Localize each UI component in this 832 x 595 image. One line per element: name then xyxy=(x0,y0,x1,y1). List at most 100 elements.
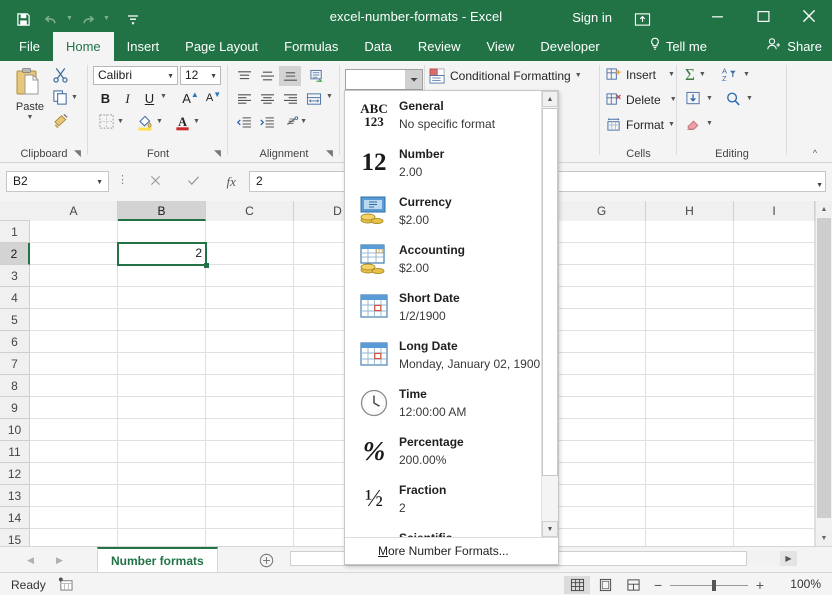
sort-filter-button[interactable]: AZ ▼ xyxy=(721,66,750,83)
cell-b5[interactable] xyxy=(118,309,206,331)
align-bottom-button[interactable] xyxy=(279,66,301,86)
row-header-13[interactable]: 13 xyxy=(0,485,30,507)
row-header-2[interactable]: 2 xyxy=(0,243,30,265)
dropdown-scrollbar[interactable]: ▲ ▼ xyxy=(541,91,558,537)
number-format-item-currency[interactable]: Currency$2.00 xyxy=(345,187,542,235)
number-format-item-short-date[interactable]: Short Date1/2/1900 xyxy=(345,283,542,331)
cell-b8[interactable] xyxy=(118,375,206,397)
maximize-icon[interactable] xyxy=(740,0,786,32)
scroll-right-icon[interactable]: ▶ xyxy=(780,551,797,566)
find-select-caret-icon[interactable]: ▼ xyxy=(746,95,753,103)
cell-c10[interactable] xyxy=(206,419,294,441)
cell-g14[interactable] xyxy=(558,507,646,529)
number-format-item-accounting[interactable]: 123Accounting $2.00 xyxy=(345,235,542,283)
page-layout-view-button[interactable] xyxy=(592,576,618,594)
bold-button[interactable]: B xyxy=(96,89,115,108)
cell-a6[interactable] xyxy=(30,331,118,353)
merge-cells-button[interactable] xyxy=(303,89,325,109)
autosum-caret-icon[interactable]: ▼ xyxy=(699,71,706,79)
column-header-a[interactable]: A xyxy=(30,201,118,221)
cell-i3[interactable] xyxy=(734,265,815,287)
cell-i11[interactable] xyxy=(734,441,815,463)
cell-i5[interactable] xyxy=(734,309,815,331)
vertical-scrollbar[interactable]: ▲ ▼ xyxy=(815,201,832,546)
cell-c11[interactable] xyxy=(206,441,294,463)
cell-a2[interactable] xyxy=(30,243,118,265)
cell-b12[interactable] xyxy=(118,463,206,485)
increase-indent-button[interactable] xyxy=(256,112,278,132)
number-format-combo[interactable] xyxy=(345,69,423,90)
italic-button[interactable]: I xyxy=(118,89,137,108)
cell-b1[interactable] xyxy=(118,221,206,243)
vertical-scroll-thumb[interactable] xyxy=(817,218,831,518)
alignment-dialog-launcher[interactable]: ◥ xyxy=(324,148,335,159)
cell-h6[interactable] xyxy=(646,331,734,353)
cell-h10[interactable] xyxy=(646,419,734,441)
cell-b9[interactable] xyxy=(118,397,206,419)
cell-h9[interactable] xyxy=(646,397,734,419)
cell-g7[interactable] xyxy=(558,353,646,375)
borders-caret-icon[interactable]: ▼ xyxy=(117,118,124,126)
close-icon[interactable] xyxy=(786,0,832,32)
cell-c14[interactable] xyxy=(206,507,294,529)
cell-i9[interactable] xyxy=(734,397,815,419)
cell-i4[interactable] xyxy=(734,287,815,309)
fill-button[interactable]: ▼ xyxy=(685,91,713,107)
cell-i6[interactable] xyxy=(734,331,815,353)
cell-g6[interactable] xyxy=(558,331,646,353)
row-header-15[interactable]: 15 xyxy=(0,529,30,546)
cell-h7[interactable] xyxy=(646,353,734,375)
cell-h11[interactable] xyxy=(646,441,734,463)
font-dialog-launcher[interactable]: ◥ xyxy=(212,148,223,159)
cell-g4[interactable] xyxy=(558,287,646,309)
cell-g5[interactable] xyxy=(558,309,646,331)
cell-a11[interactable] xyxy=(30,441,118,463)
cell-c5[interactable] xyxy=(206,309,294,331)
number-format-item-number[interactable]: 12Number2.00 xyxy=(345,139,542,187)
scroll-down-icon[interactable]: ▼ xyxy=(816,530,832,546)
cell-a5[interactable] xyxy=(30,309,118,331)
zoom-in-button[interactable]: + xyxy=(756,578,764,592)
cell-i1[interactable] xyxy=(734,221,815,243)
expand-formula-bar-icon[interactable]: ▼ xyxy=(816,176,823,195)
cell-a7[interactable] xyxy=(30,353,118,375)
row-header-10[interactable]: 10 xyxy=(0,419,30,441)
cell-h2[interactable] xyxy=(646,243,734,265)
cell-b4[interactable] xyxy=(118,287,206,309)
clear-button[interactable]: ▼ xyxy=(685,116,713,132)
cell-c7[interactable] xyxy=(206,353,294,375)
cell-g8[interactable] xyxy=(558,375,646,397)
cell-b10[interactable] xyxy=(118,419,206,441)
normal-view-button[interactable] xyxy=(564,576,590,594)
cell-h13[interactable] xyxy=(646,485,734,507)
tell-me-box[interactable]: Tell me xyxy=(649,32,707,61)
cell-c2[interactable] xyxy=(206,243,294,265)
cell-g2[interactable] xyxy=(558,243,646,265)
column-header-g[interactable]: G xyxy=(558,201,646,221)
wrap-text-button[interactable]: ▼ xyxy=(285,112,307,132)
cell-b3[interactable] xyxy=(118,265,206,287)
align-left-button[interactable] xyxy=(233,89,255,109)
tab-page-layout[interactable]: Page Layout xyxy=(172,32,271,61)
cell-h1[interactable] xyxy=(646,221,734,243)
number-format-caret-icon[interactable] xyxy=(405,70,422,89)
format-cells-button[interactable]: Format ▼ xyxy=(606,117,675,132)
column-header-b[interactable]: B xyxy=(118,201,206,221)
paste-button[interactable]: Paste ▼ xyxy=(8,64,52,136)
cell-b7[interactable] xyxy=(118,353,206,375)
cancel-icon[interactable] xyxy=(150,174,161,189)
cell-i13[interactable] xyxy=(734,485,815,507)
share-button[interactable]: Share xyxy=(766,32,822,61)
number-format-item-general[interactable]: ABC123GeneralNo specific format xyxy=(345,91,542,139)
cell-g11[interactable] xyxy=(558,441,646,463)
tab-file[interactable]: File xyxy=(6,32,53,61)
font-color-button[interactable]: A ▼ xyxy=(174,113,200,131)
tab-data[interactable]: Data xyxy=(351,32,404,61)
merge-caret-icon[interactable]: ▼ xyxy=(326,93,333,100)
format-caret-icon[interactable]: ▼ xyxy=(668,121,675,129)
delete-cells-button[interactable]: Delete ▼ xyxy=(606,92,677,107)
insert-cells-button[interactable]: Insert ▼ xyxy=(606,67,675,82)
cell-a8[interactable] xyxy=(30,375,118,397)
row-header-3[interactable]: 3 xyxy=(0,265,30,287)
clipboard-dialog-launcher[interactable]: ◥ xyxy=(72,148,83,159)
